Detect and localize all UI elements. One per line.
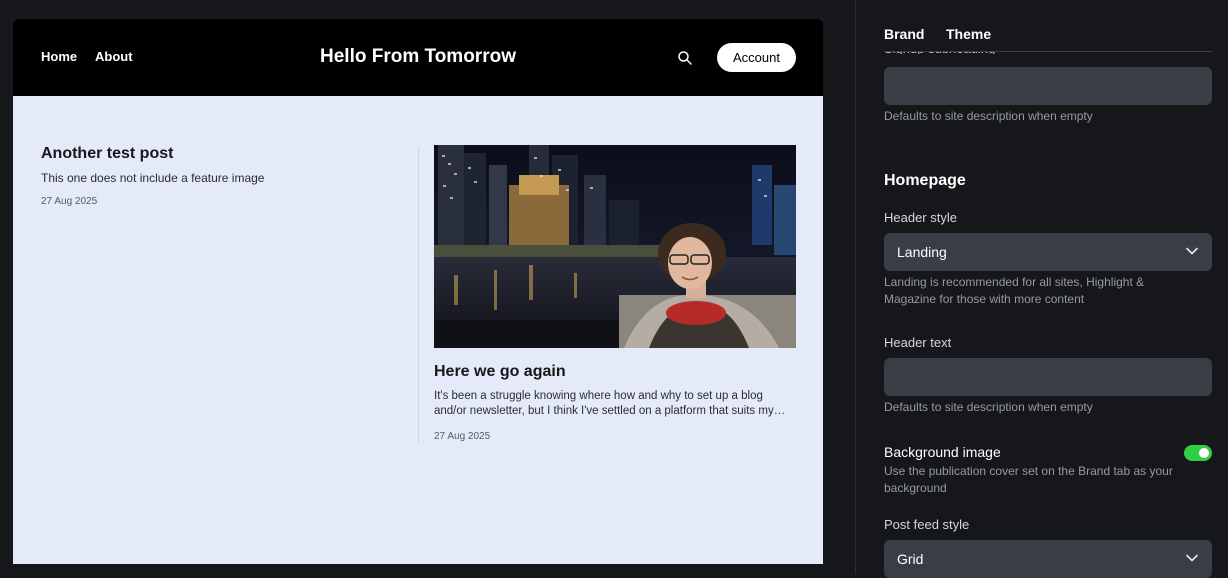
post-feed-style-label: Post feed style <box>884 517 970 532</box>
post-feed-style-value: Grid <box>897 551 924 567</box>
signup-subheading-input[interactable] <box>884 67 1212 105</box>
toggle-knob <box>1199 448 1209 458</box>
post-feed-style-select[interactable]: Grid <box>884 540 1212 578</box>
post-excerpt: This one does not include a feature imag… <box>41 171 265 185</box>
search-icon[interactable] <box>677 50 693 66</box>
header-text-label: Header text <box>884 335 952 350</box>
header-style-help: Landing is recommended for all sites, Hi… <box>884 275 1145 306</box>
post-excerpt: It's been a struggle knowing where how a… <box>434 390 774 417</box>
post-feature-image[interactable] <box>434 145 796 348</box>
post-title[interactable]: Another test post <box>41 145 173 163</box>
homepage-section-title: Homepage <box>884 172 966 189</box>
nav-about-link[interactable]: About <box>95 49 133 64</box>
header-text-input[interactable] <box>884 358 1212 396</box>
header-style-value: Landing <box>897 244 947 260</box>
post-date: 27 Aug 2025 <box>434 431 491 442</box>
nav-home-link[interactable]: Home <box>41 49 77 64</box>
post-divider <box>418 147 419 443</box>
chevron-down-icon <box>1186 247 1198 255</box>
header-style-select[interactable]: Landing <box>884 233 1212 271</box>
post-date: 27 Aug 2025 <box>41 196 98 207</box>
tab-theme[interactable]: Theme <box>946 26 991 42</box>
site-preview: Home About Hello From Tomorrow Account A… <box>13 19 823 564</box>
background-image-help: Use the publication cover set on the Bra… <box>884 464 1173 495</box>
site-header: Home About Hello From Tomorrow Account <box>13 19 823 96</box>
tab-brand[interactable]: Brand <box>884 26 924 42</box>
signup-subheading-help: Defaults to site description when empty <box>884 109 1093 123</box>
account-button[interactable]: Account <box>717 43 796 72</box>
header-text-help: Defaults to site description when empty <box>884 400 1093 414</box>
post-title[interactable]: Here we go again <box>434 363 566 381</box>
settings-panel-border <box>855 0 856 574</box>
tabs-divider <box>884 51 1212 52</box>
header-style-label: Header style <box>884 210 957 225</box>
site-title: Hello From Tomorrow <box>320 46 516 67</box>
chevron-down-icon <box>1186 554 1198 562</box>
background-image-label: Background image <box>884 444 1001 460</box>
background-image-toggle[interactable] <box>1184 445 1212 461</box>
